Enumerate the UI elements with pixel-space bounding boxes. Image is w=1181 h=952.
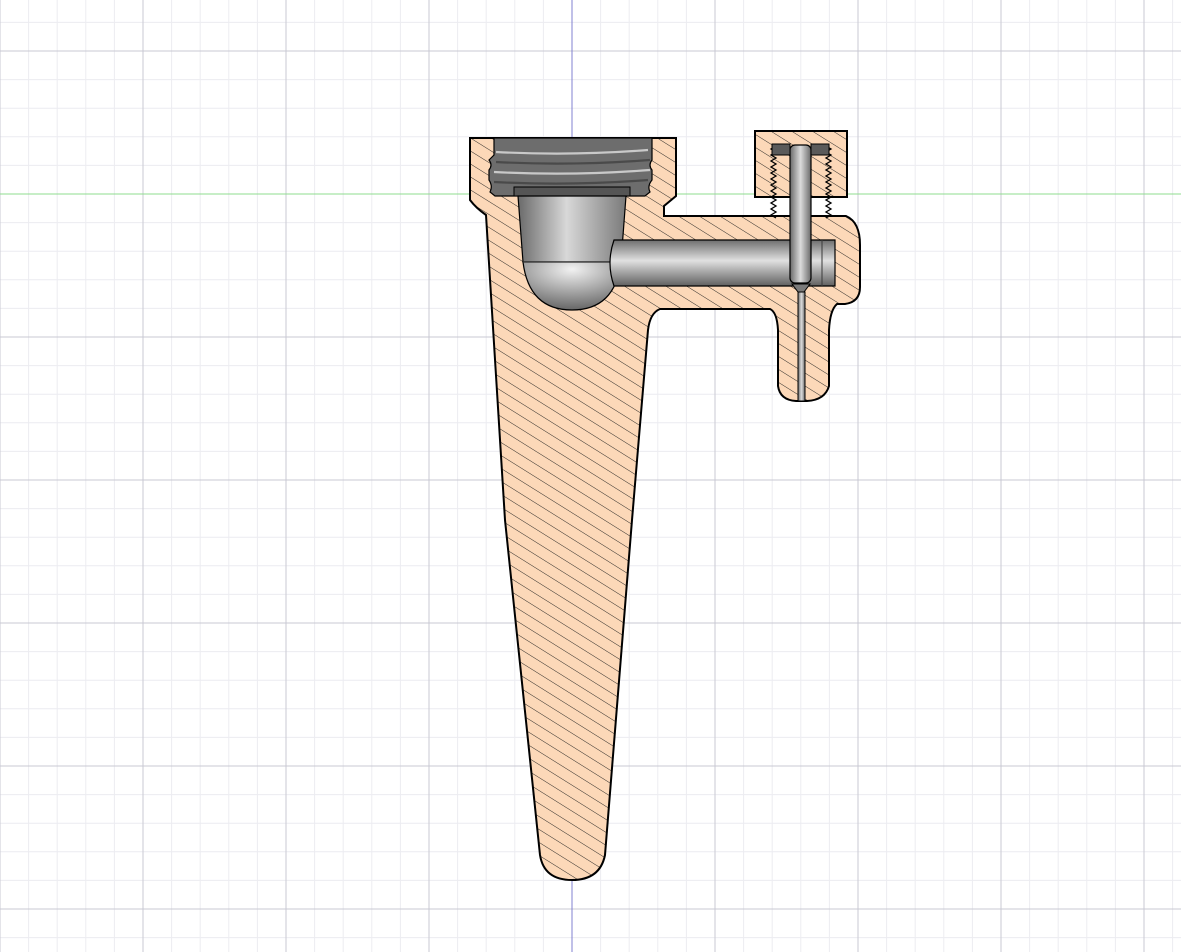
threaded-socket [488,137,653,197]
bowl-cavity [517,195,627,311]
section-view-canvas[interactable] [0,0,1181,952]
cad-viewport[interactable] [0,0,1181,952]
